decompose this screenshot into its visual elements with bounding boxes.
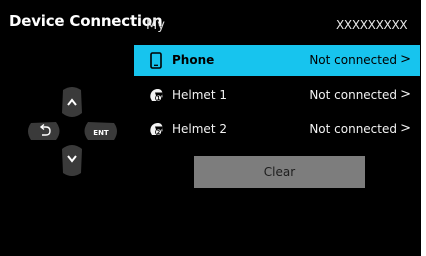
dpad-back-button[interactable] xyxy=(28,122,60,140)
chevron-right-icon: > xyxy=(400,87,411,102)
page-title: Device Connection xyxy=(9,12,163,30)
device-row-helmet-2[interactable]: 2 Helmet 2 Not connected > xyxy=(134,114,420,145)
enter-label: ENT xyxy=(93,129,109,137)
svg-text:2: 2 xyxy=(157,130,161,136)
chevron-right-icon: > xyxy=(400,121,411,136)
device-status: Not connected xyxy=(309,88,397,102)
my-device-label: My xyxy=(146,18,165,33)
dpad-down-button[interactable] xyxy=(62,145,82,176)
helmet-1-icon: 1 xyxy=(150,88,163,102)
dpad: ENT xyxy=(25,83,120,180)
device-row-phone[interactable]: Phone Not connected > xyxy=(134,45,420,76)
device-connection-screen: Device Connection My XXXXXXXXX Phone Not… xyxy=(0,0,421,256)
dpad-up-button[interactable] xyxy=(62,87,82,117)
device-name: Helmet 1 xyxy=(172,88,227,102)
chevron-right-icon: > xyxy=(400,52,411,67)
phone-icon xyxy=(150,52,162,69)
svg-text:1: 1 xyxy=(157,96,161,102)
device-status: Not connected xyxy=(309,122,397,136)
device-status: Not connected xyxy=(309,53,397,67)
clear-button[interactable]: Clear xyxy=(194,156,365,188)
device-row-helmet-1[interactable]: 1 Helmet 1 Not connected > xyxy=(134,80,420,111)
my-device-id: XXXXXXXXX xyxy=(336,18,408,32)
device-name: Helmet 2 xyxy=(172,122,227,136)
device-name: Phone xyxy=(172,53,215,67)
helmet-2-icon: 2 xyxy=(150,122,163,136)
